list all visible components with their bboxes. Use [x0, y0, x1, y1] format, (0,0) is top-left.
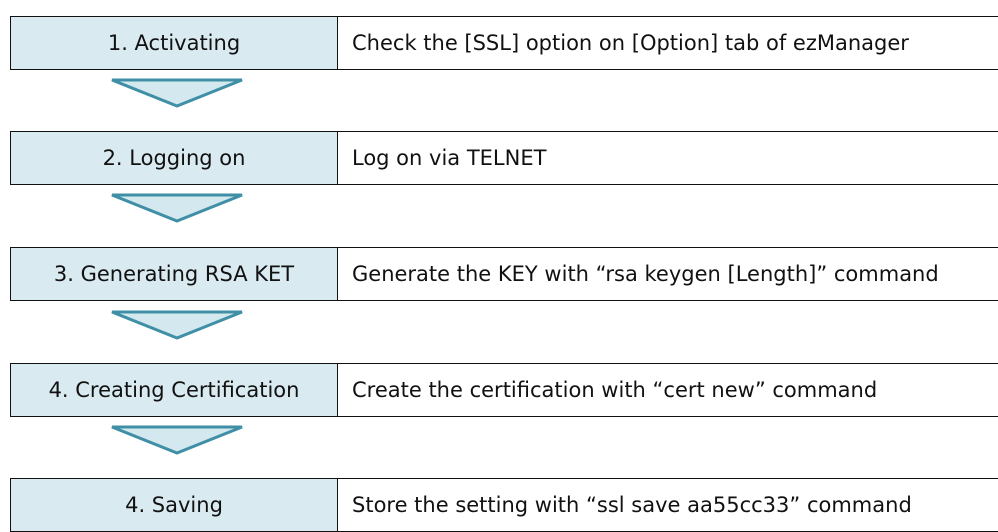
step-5-description: Store the setting with “ssl save aa55cc3… — [352, 493, 912, 517]
step-5: 4. Saving Store the setting with “ssl sa… — [10, 478, 998, 532]
step-1-label: 1. Activating — [10, 17, 338, 69]
step-2-description: Log on via TELNET — [352, 146, 547, 170]
down-arrow-icon — [111, 310, 243, 340]
down-arrow-icon — [111, 425, 243, 455]
down-arrow-icon — [111, 78, 243, 108]
step-1: 1. Activating Check the [SSL] option on … — [10, 16, 998, 70]
step-3-label: 3. Generating RSA KET — [10, 248, 338, 300]
step-4-label: 4. Creating Certification — [10, 364, 338, 416]
step-4-description: Create the certification with “cert new”… — [352, 378, 878, 402]
step-4: 4. Creating Certification Create the cer… — [10, 363, 998, 417]
step-2-label: 2. Logging on — [10, 132, 338, 184]
step-3: 3. Generating RSA KET Generate the KEY w… — [10, 247, 998, 301]
down-arrow-icon — [111, 193, 243, 223]
step-5-label: 4. Saving — [10, 479, 338, 531]
step-1-description: Check the [SSL] option on [Option] tab o… — [352, 31, 909, 55]
step-3-description: Generate the KEY with “rsa keygen [Lengt… — [352, 262, 939, 286]
step-2: 2. Logging on Log on via TELNET — [10, 131, 998, 185]
